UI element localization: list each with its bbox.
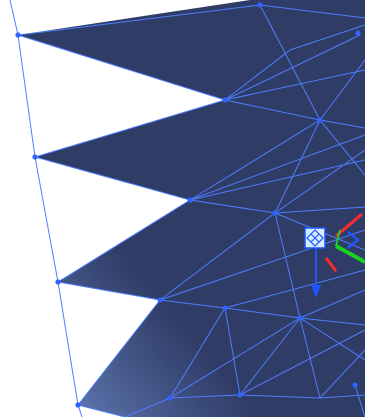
mesh-vertex[interactable] [297, 315, 303, 321]
mesh-vertex[interactable] [257, 2, 263, 8]
mesh-vertex[interactable] [237, 392, 243, 398]
mesh-vertex[interactable] [75, 402, 81, 408]
mesh-vertex[interactable] [272, 210, 278, 216]
mesh-vertex[interactable] [55, 279, 61, 285]
mesh-vertex[interactable] [157, 297, 163, 303]
mesh-vertex[interactable] [222, 305, 228, 311]
mesh-vertex[interactable] [352, 382, 358, 388]
mesh-vertex[interactable] [222, 97, 228, 103]
mesh-canvas[interactable] [0, 0, 365, 417]
mesh-vertex[interactable] [15, 32, 21, 38]
mesh-vertex[interactable] [317, 117, 323, 123]
mesh-vertex[interactable] [355, 30, 361, 36]
mesh-outer-edge [9, 0, 83, 417]
mesh-vertex[interactable] [167, 395, 173, 401]
mesh-vertex[interactable] [32, 154, 38, 160]
3d-viewport[interactable] [0, 0, 365, 417]
mesh-vertex[interactable] [187, 197, 193, 203]
